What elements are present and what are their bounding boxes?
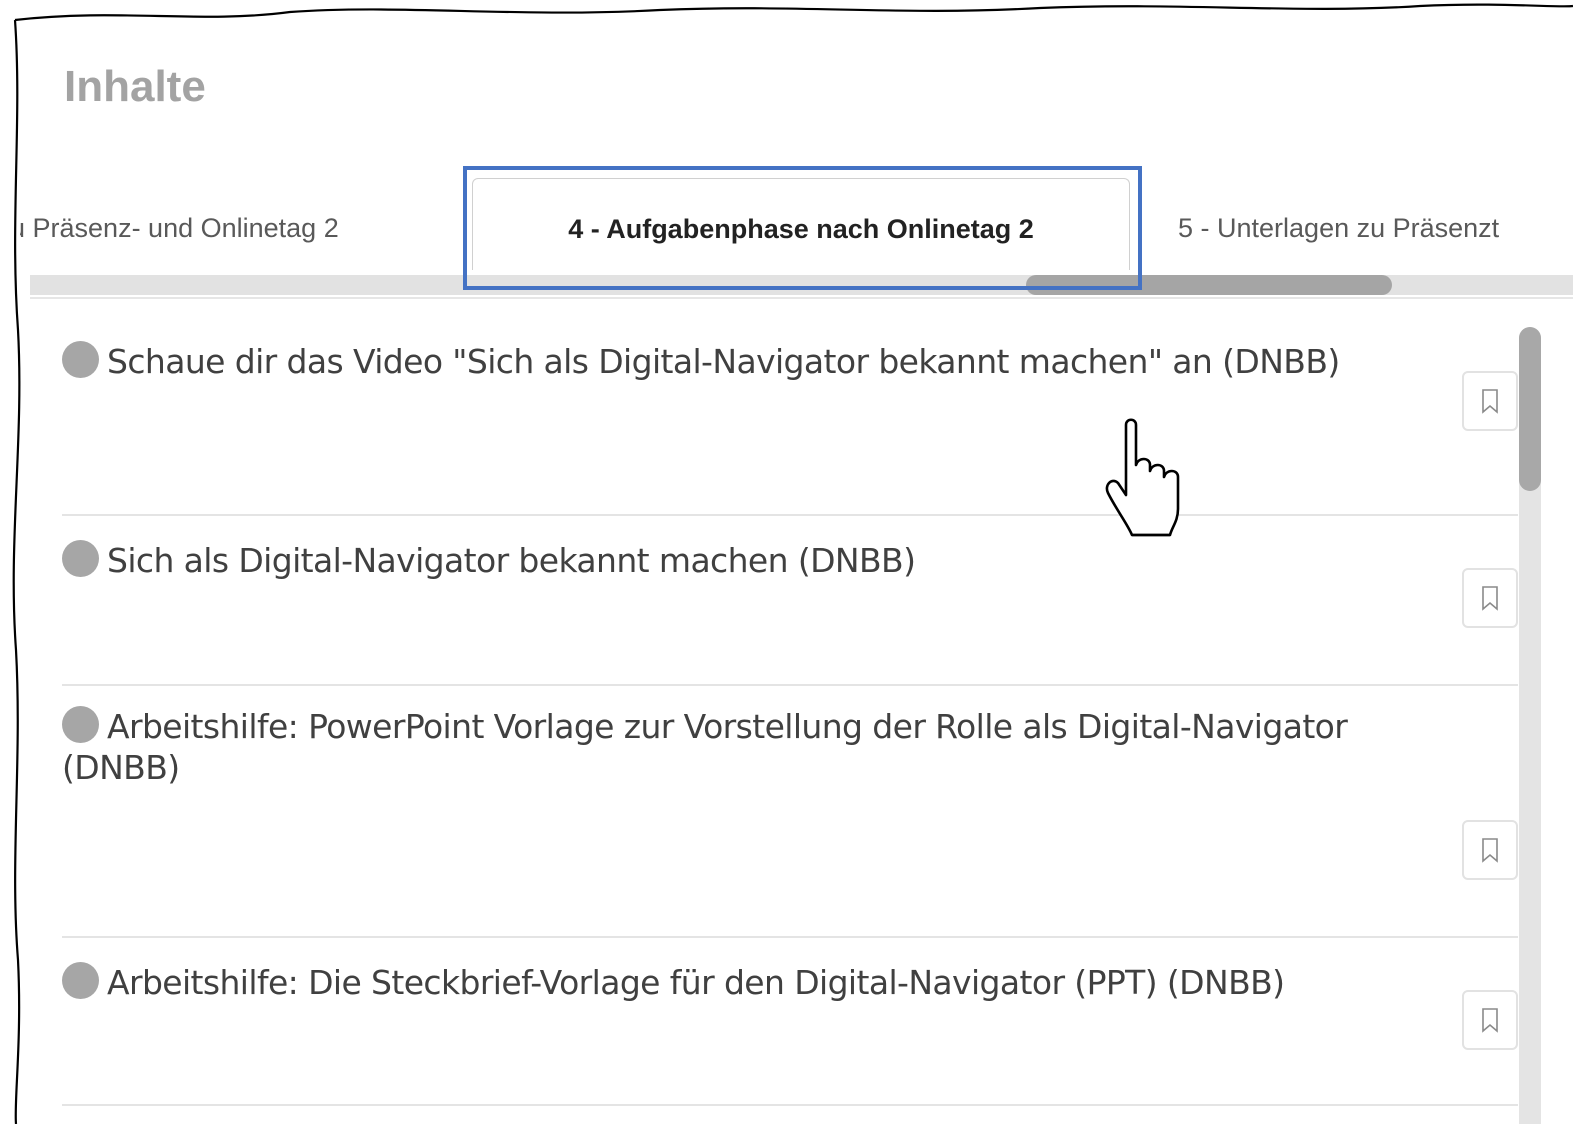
bookmark-icon (1482, 389, 1498, 414)
status-dot-icon (62, 962, 99, 999)
status-dot-icon (62, 540, 99, 577)
item-title-row[interactable]: Arbeitshilfe: PowerPoint Vorlage zur Vor… (62, 706, 1462, 788)
item-title: Schaue dir das Video "Sich als Digital-N… (107, 342, 1340, 381)
bookmark-icon (1482, 1008, 1498, 1033)
tab-label: u Präsenz- und Onlinetag 2 (20, 212, 339, 243)
tab-divider (30, 297, 1573, 299)
item-title: Sich als Digital-Navigator bekannt mache… (107, 541, 916, 580)
bookmark-button[interactable] (1462, 820, 1518, 880)
bookmark-button[interactable] (1462, 568, 1518, 628)
status-dot-icon (62, 706, 99, 743)
active-tab-highlight (463, 166, 1142, 290)
bookmark-icon (1482, 838, 1498, 863)
bookmark-button[interactable] (1462, 990, 1518, 1050)
list-item[interactable]: Sich als Digital-Navigator bekannt mache… (62, 516, 1518, 686)
list-item[interactable]: Schaue dir das Video "Sich als Digital-N… (62, 300, 1518, 516)
list-scrollbar-thumb[interactable] (1519, 327, 1541, 491)
list-item[interactable]: Arbeitshilfe: PowerPoint Vorlage zur Vor… (62, 686, 1518, 938)
list-item[interactable]: Arbeitshilfe: Die Steckbrief-Vorlage für… (62, 938, 1518, 1106)
item-title-row[interactable]: Schaue dir das Video "Sich als Digital-N… (62, 341, 1462, 382)
item-title-row[interactable]: Arbeitshilfe: Die Steckbrief-Vorlage für… (62, 962, 1462, 1003)
item-title-row[interactable]: Sich als Digital-Navigator bekannt mache… (62, 540, 1462, 581)
tab-unterlagen-praesenz[interactable]: 5 - Unterlagen zu Präsenzt (1178, 170, 1499, 270)
hand-pointer-icon (1105, 418, 1180, 537)
bookmark-button[interactable] (1462, 371, 1518, 431)
tab-praesenz-onlinetag-2[interactable]: u Präsenz- und Onlinetag 2 (20, 170, 339, 270)
status-dot-icon (62, 341, 99, 378)
tab-label: 5 - Unterlagen zu Präsenzt (1178, 212, 1500, 243)
content-list: Schaue dir das Video "Sich als Digital-N… (62, 300, 1518, 1124)
item-title: Arbeitshilfe: PowerPoint Vorlage zur Vor… (62, 707, 1348, 787)
bookmark-icon (1482, 586, 1498, 611)
page-title: Inhalte (64, 62, 206, 111)
item-title: Arbeitshilfe: Die Steckbrief-Vorlage für… (107, 963, 1285, 1002)
